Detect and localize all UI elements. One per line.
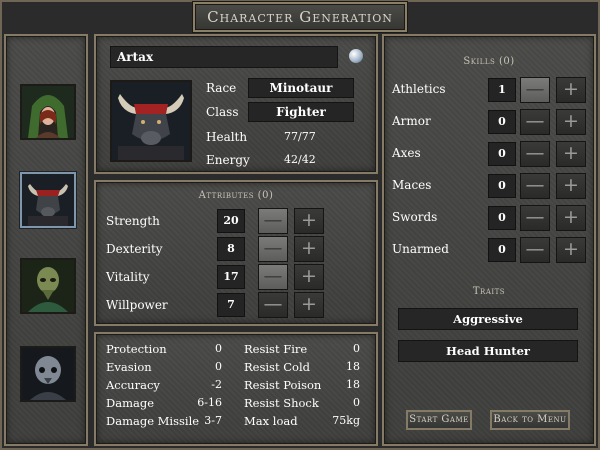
- traits-title: Traits: [472, 286, 506, 297]
- stat-value: -2: [211, 378, 222, 391]
- attribute-value: 20: [217, 209, 245, 233]
- skill-value: 1: [488, 78, 516, 102]
- health-value: 77/77: [284, 130, 316, 143]
- name-input[interactable]: Artax: [110, 46, 338, 68]
- willpower-increase-button[interactable]: +: [294, 292, 324, 318]
- stat-value: 18: [346, 378, 360, 391]
- class-label: Class: [206, 105, 239, 119]
- stat-label: Damage Missile: [106, 414, 200, 428]
- portrait-list: [4, 34, 88, 446]
- health-label: Health: [206, 130, 248, 144]
- stat-label: Evasion: [106, 360, 152, 374]
- race-selector[interactable]: Minotaur: [248, 78, 354, 98]
- skill-value: 0: [488, 206, 516, 230]
- skill-label: Maces: [392, 178, 432, 192]
- stat-label: Damage: [106, 396, 155, 410]
- maces-decrease-button[interactable]: —: [520, 173, 550, 199]
- attribute-label: Dexterity: [106, 242, 163, 256]
- stat-label: Resist Poison: [244, 378, 322, 392]
- stat-value: 75kg: [332, 414, 360, 427]
- attribute-label: Willpower: [106, 298, 168, 312]
- insectoid-icon: [22, 260, 74, 312]
- character-portrait: [110, 80, 192, 162]
- energy-label: Energy: [206, 153, 250, 167]
- portrait-insectoid[interactable]: [20, 258, 76, 314]
- minotaur-portrait-icon: [112, 82, 190, 160]
- stat-value: 0: [215, 342, 222, 355]
- stat-label: Accuracy: [106, 378, 160, 392]
- stat-value: 0: [353, 342, 360, 355]
- skills-panel: Skills (0) Athletics 1 — + Armor 0 — + A…: [382, 34, 596, 446]
- stat-value: 18: [346, 360, 360, 373]
- stat-label: Resist Shock: [244, 396, 319, 410]
- stat-value: 6-16: [197, 396, 222, 409]
- dexterity-decrease-button[interactable]: —: [258, 236, 288, 262]
- trait-slot[interactable]: Aggressive: [398, 308, 578, 330]
- stat-label: Resist Fire: [244, 342, 308, 356]
- portrait-hooded-woman[interactable]: [20, 84, 76, 140]
- athletics-increase-button[interactable]: +: [556, 77, 586, 103]
- ratling-icon: [22, 348, 74, 400]
- attributes-title: Attributes (0): [198, 190, 274, 201]
- attribute-value: 17: [217, 265, 245, 289]
- dexterity-increase-button[interactable]: +: [294, 236, 324, 262]
- attribute-value: 8: [217, 237, 245, 261]
- stat-label: Protection: [106, 342, 167, 356]
- attribute-label: Strength: [106, 214, 160, 228]
- unarmed-decrease-button[interactable]: —: [520, 237, 550, 263]
- strength-increase-button[interactable]: +: [294, 208, 324, 234]
- attribute-value: 7: [217, 293, 245, 317]
- derived-stats-panel: Protection 0 Evasion 0 Accuracy -2 Damag…: [94, 332, 378, 446]
- class-selector[interactable]: Fighter: [248, 102, 354, 122]
- energy-value: 42/42: [284, 153, 316, 166]
- skill-label: Armor: [392, 114, 431, 128]
- hooded-woman-icon: [22, 86, 74, 138]
- axes-decrease-button[interactable]: —: [520, 141, 550, 167]
- race-label: Race: [206, 81, 237, 95]
- identity-panel: Artax Race Minotaur Class Fighter Health…: [94, 34, 378, 174]
- skill-label: Swords: [392, 210, 438, 224]
- skills-title: Skills (0): [463, 56, 515, 67]
- swords-increase-button[interactable]: +: [556, 205, 586, 231]
- willpower-decrease-button[interactable]: —: [258, 292, 288, 318]
- attributes-panel: Attributes (0) Strength 20 — + Dexterity…: [94, 180, 378, 326]
- skill-label: Axes: [392, 146, 421, 160]
- armor-decrease-button[interactable]: —: [520, 109, 550, 135]
- stat-value: 3-7: [204, 414, 222, 427]
- stat-label: Resist Cold: [244, 360, 310, 374]
- page-title: Character Generation: [193, 2, 407, 32]
- skill-value: 0: [488, 174, 516, 198]
- skill-label: Unarmed: [392, 242, 449, 256]
- randomize-name-icon[interactable]: [349, 49, 363, 63]
- stat-value: 0: [215, 360, 222, 373]
- skill-label: Athletics: [392, 82, 446, 96]
- axes-increase-button[interactable]: +: [556, 141, 586, 167]
- minotaur-icon: [22, 174, 74, 226]
- attribute-label: Vitality: [106, 270, 150, 284]
- maces-increase-button[interactable]: +: [556, 173, 586, 199]
- skill-value: 0: [488, 238, 516, 262]
- trait-slot[interactable]: Head Hunter: [398, 340, 578, 362]
- swords-decrease-button[interactable]: —: [520, 205, 550, 231]
- back-to-menu-button[interactable]: Back to Menu: [490, 410, 570, 430]
- stat-label: Max load: [244, 414, 298, 428]
- portrait-ratling[interactable]: [20, 346, 76, 402]
- strength-decrease-button[interactable]: —: [258, 208, 288, 234]
- portrait-minotaur[interactable]: [20, 172, 76, 228]
- athletics-decrease-button[interactable]: —: [520, 77, 550, 103]
- vitality-increase-button[interactable]: +: [294, 264, 324, 290]
- start-game-button[interactable]: Start Game: [406, 410, 472, 430]
- vitality-decrease-button[interactable]: —: [258, 264, 288, 290]
- skill-value: 0: [488, 110, 516, 134]
- skill-value: 0: [488, 142, 516, 166]
- stat-value: 0: [353, 396, 360, 409]
- armor-increase-button[interactable]: +: [556, 109, 586, 135]
- unarmed-increase-button[interactable]: +: [556, 237, 586, 263]
